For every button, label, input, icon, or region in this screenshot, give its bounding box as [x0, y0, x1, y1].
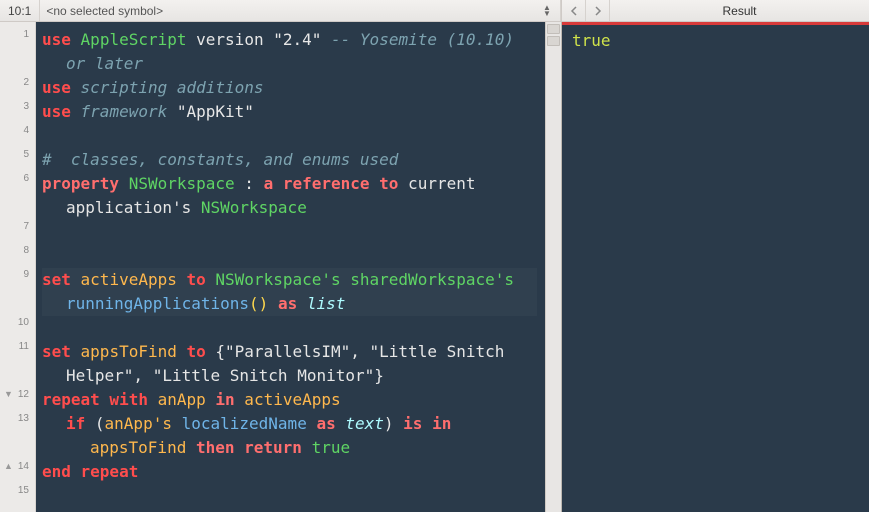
- minimap-scrollbar[interactable]: [545, 22, 561, 512]
- code-editor[interactable]: use AppleScript version "2.4" -- Yosemit…: [36, 22, 545, 512]
- result-value: true: [562, 25, 869, 56]
- gutter-line: 9: [0, 262, 35, 286]
- navigation-bar: 10:1 <no selected symbol> ▲▼ Result: [0, 0, 869, 22]
- gutter-line: [0, 190, 35, 214]
- gutter-line: [0, 46, 35, 70]
- gutter-line: [0, 286, 35, 310]
- gutter-line: 3: [0, 94, 35, 118]
- gutter-line: [0, 430, 35, 454]
- cursor-position: 10:1: [0, 0, 39, 21]
- gutter: 1 23456 789 1011 12▼13 14▲15: [0, 22, 36, 512]
- navbar-left: 10:1 <no selected symbol> ▲▼: [0, 0, 561, 21]
- updown-icon: ▲▼: [540, 5, 554, 17]
- gutter-line: 10: [0, 310, 35, 334]
- gutter-line: 13: [0, 406, 35, 430]
- symbol-popup[interactable]: <no selected symbol> ▲▼: [39, 0, 561, 21]
- editor-pane: 1 23456 789 1011 12▼13 14▲15 use AppleScript …: [0, 22, 561, 512]
- gutter-line: 15: [0, 478, 35, 502]
- gutter-line: 1: [0, 22, 35, 46]
- gutter-line: 11: [0, 334, 35, 358]
- gutter-line: 7: [0, 214, 35, 238]
- minimap-block-icon: [547, 36, 560, 46]
- gutter-line: 2: [0, 70, 35, 94]
- fold-open-icon[interactable]: ▼: [4, 389, 13, 399]
- gutter-line: 14▲: [0, 454, 35, 478]
- symbol-popup-label: <no selected symbol>: [46, 4, 540, 18]
- fold-close-icon[interactable]: ▲: [4, 461, 13, 471]
- gutter-line: 4: [0, 118, 35, 142]
- nav-back-button[interactable]: [562, 0, 586, 21]
- gutter-line: [0, 358, 35, 382]
- gutter-line: 8: [0, 238, 35, 262]
- main-split: 1 23456 789 1011 12▼13 14▲15 use AppleScript …: [0, 22, 869, 512]
- nav-arrows: [562, 0, 610, 21]
- gutter-line: 12▼: [0, 382, 35, 406]
- minimap-block-icon: [547, 24, 560, 34]
- result-label: Result: [610, 0, 869, 21]
- minimap-icons: [546, 22, 561, 48]
- result-pane: true: [562, 22, 869, 512]
- navbar-right: Result: [561, 0, 869, 21]
- nav-forward-button[interactable]: [586, 0, 610, 21]
- gutter-line: 5: [0, 142, 35, 166]
- gutter-line: 6: [0, 166, 35, 190]
